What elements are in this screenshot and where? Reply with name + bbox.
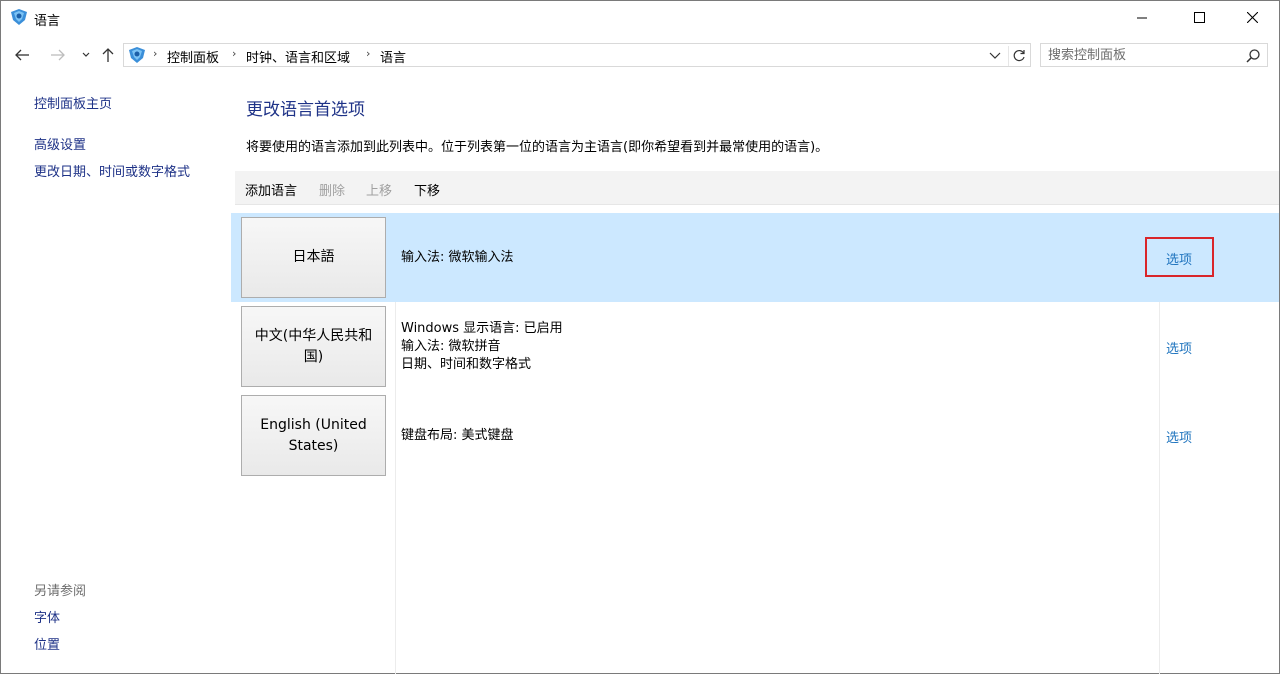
language-detail: 日期、时间和数字格式 bbox=[401, 357, 532, 372]
language-detail: 输入法: 微软拼音 bbox=[401, 339, 501, 354]
options-link[interactable]: 选项 bbox=[1166, 338, 1192, 357]
add-language-button[interactable]: 添加语言 bbox=[245, 180, 297, 199]
search-icon[interactable] bbox=[1244, 47, 1262, 65]
fonts-link[interactable]: 字体 bbox=[34, 607, 60, 626]
refresh-button[interactable] bbox=[1008, 46, 1028, 66]
see-also-heading: 另请参阅 bbox=[34, 584, 87, 599]
breadcrumb-separator: › bbox=[232, 47, 237, 60]
recent-locations-button[interactable] bbox=[75, 43, 97, 67]
breadcrumb-language[interactable]: 语言 bbox=[380, 47, 406, 66]
control-panel-icon bbox=[127, 46, 147, 64]
forward-button[interactable] bbox=[47, 43, 69, 67]
language-toolbar: 添加语言 删除 上移 下移 bbox=[235, 171, 1279, 205]
maximize-button[interactable] bbox=[1176, 1, 1222, 34]
arrow-up-icon bbox=[102, 48, 114, 62]
breadcrumb-clock-language-region[interactable]: 时钟、语言和区域 bbox=[246, 47, 350, 66]
back-button[interactable] bbox=[11, 43, 33, 67]
search-box bbox=[1040, 43, 1268, 67]
main-content: 更改语言首选项 将要使用的语言添加到此列表中。位于列表第一位的语言为主语言(即你… bbox=[231, 81, 1279, 674]
language-detail: 输入法: 微软输入法 bbox=[401, 250, 514, 265]
search-input[interactable] bbox=[1041, 44, 1241, 66]
language-row-chinese[interactable]: 中文(中华人民共和国) Windows 显示语言: 已启用 输入法: 微软拼音 … bbox=[231, 302, 1279, 391]
breadcrumb-separator: › bbox=[153, 47, 158, 60]
address-bar[interactable]: › 控制面板 › 时钟、语言和区域 › 语言 bbox=[123, 43, 1031, 67]
refresh-icon bbox=[1013, 49, 1025, 62]
language-list: 日本語 输入法: 微软输入法 选项 中文(中华人民共和国) Windows 显示… bbox=[231, 213, 1279, 674]
options-link[interactable]: 选项 bbox=[1166, 427, 1192, 446]
minimize-button[interactable] bbox=[1119, 1, 1165, 34]
location-link[interactable]: 位置 bbox=[34, 634, 60, 653]
language-tile[interactable]: English (United States) bbox=[241, 395, 386, 476]
language-tile[interactable]: 中文(中华人民共和国) bbox=[241, 306, 386, 387]
window: 语言 › 控制面板 › 时钟、语言和区域 › 语言 搜索控制面板 控制面板主页 … bbox=[0, 0, 1280, 674]
language-row-japanese[interactable]: 日本語 输入法: 微软输入法 选项 bbox=[231, 213, 1279, 302]
language-detail: 键盘布局: 美式键盘 bbox=[401, 428, 514, 443]
page-title: 更改语言首选项 bbox=[246, 100, 365, 120]
advanced-settings-link[interactable]: 高级设置 bbox=[34, 134, 86, 153]
change-date-time-format-link[interactable]: 更改日期、时间或数字格式 bbox=[34, 161, 190, 180]
chevron-down-icon bbox=[989, 52, 1001, 59]
language-row-english[interactable]: English (United States) 键盘布局: 美式键盘 选项 bbox=[231, 391, 1279, 480]
arrow-left-icon bbox=[15, 49, 29, 61]
page-description: 将要使用的语言添加到此列表中。位于列表第一位的语言为主语言(即你希望看到并最常使… bbox=[246, 140, 829, 155]
navigation-bar: › 控制面板 › 时钟、语言和区域 › 语言 bbox=[1, 39, 1279, 71]
control-panel-home-link[interactable]: 控制面板主页 bbox=[34, 93, 112, 112]
move-up-button[interactable]: 上移 bbox=[366, 180, 392, 199]
address-dropdown-button[interactable] bbox=[986, 47, 1004, 65]
left-pane: 控制面板主页 高级设置 更改日期、时间或数字格式 另请参阅 字体 位置 bbox=[1, 81, 231, 671]
close-button[interactable] bbox=[1229, 1, 1275, 34]
breadcrumb-control-panel[interactable]: 控制面板 bbox=[167, 47, 219, 66]
breadcrumb-separator: › bbox=[366, 47, 371, 60]
title-bar: 语言 bbox=[1, 1, 1279, 34]
arrow-right-icon bbox=[51, 49, 65, 61]
chevron-down-icon bbox=[82, 52, 90, 57]
move-down-button[interactable]: 下移 bbox=[414, 180, 440, 199]
up-button[interactable] bbox=[97, 43, 119, 67]
language-detail: Windows 显示语言: 已启用 bbox=[401, 321, 563, 336]
control-panel-icon bbox=[9, 8, 29, 26]
remove-button[interactable]: 删除 bbox=[319, 180, 345, 199]
window-title: 语言 bbox=[34, 14, 61, 29]
highlight-box bbox=[1145, 237, 1214, 277]
language-tile[interactable]: 日本語 bbox=[241, 217, 386, 298]
